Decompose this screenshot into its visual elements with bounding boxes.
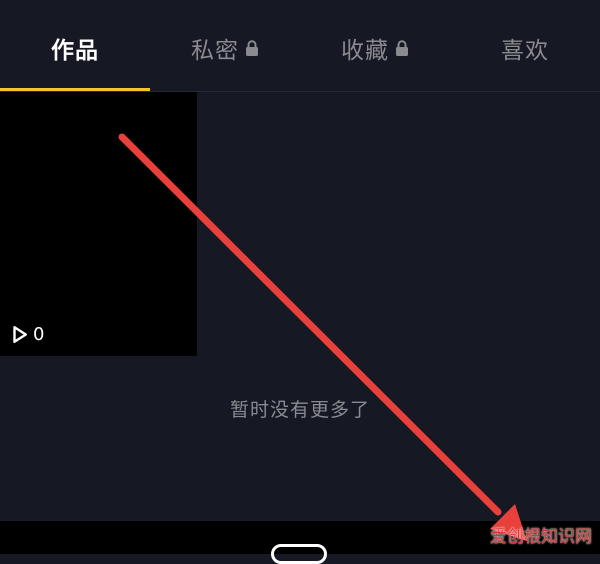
lock-icon (245, 40, 259, 57)
tab-favorites-label: 收藏 (341, 37, 389, 64)
tab-likes[interactable]: 喜欢 (450, 0, 600, 91)
play-count-value: 0 (33, 324, 45, 345)
video-thumbnail[interactable]: 0 (0, 92, 197, 356)
tab-works[interactable]: 作品 (0, 0, 150, 91)
profile-tab-bar: 作品 私密 收藏 喜欢 (0, 0, 600, 91)
empty-state-text: 暂时没有更多了 (229, 399, 370, 421)
tab-favorites[interactable]: 收藏 (300, 0, 450, 91)
home-indicator[interactable] (271, 544, 327, 564)
tab-works-label: 作品 (51, 37, 99, 64)
watermark: 爱创根知识网 (490, 527, 592, 547)
tab-private[interactable]: 私密 (150, 0, 300, 91)
play-icon (13, 326, 27, 343)
tab-likes-label: 喜欢 (501, 37, 549, 64)
play-count: 0 (12, 324, 44, 345)
lock-icon (395, 40, 409, 57)
tab-private-label: 私密 (191, 37, 239, 64)
